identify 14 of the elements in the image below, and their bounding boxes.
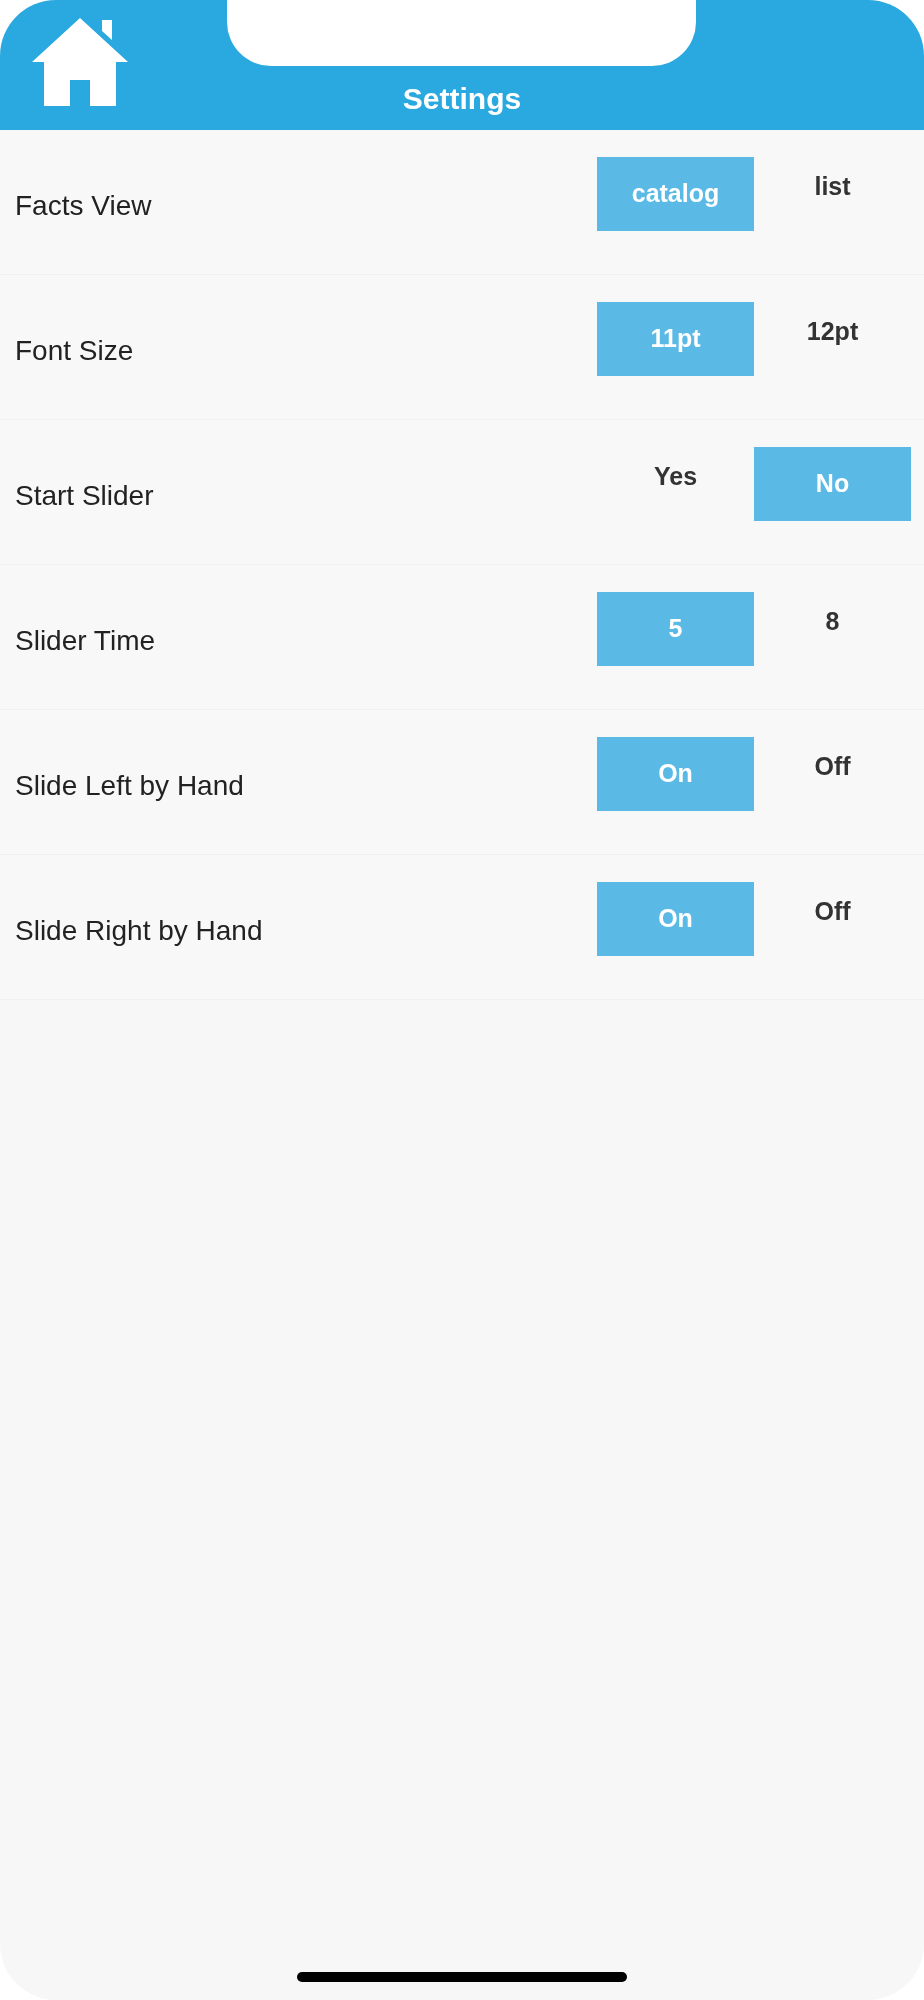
option-button[interactable]: Off — [754, 737, 911, 797]
option-button[interactable]: Off — [754, 882, 911, 942]
setting-label: Start Slider — [15, 479, 155, 513]
setting-label: Slider Time — [15, 624, 157, 658]
page-title: Settings — [402, 84, 522, 114]
option-button[interactable]: list — [754, 157, 911, 217]
setting-label: Font Size — [15, 334, 135, 368]
setting-label: Facts View — [15, 189, 153, 223]
option-button[interactable]: 12pt — [754, 302, 911, 362]
option-button[interactable]: Yes — [597, 447, 754, 507]
home-icon[interactable] — [32, 18, 128, 106]
setting-label: Slide Left by Hand — [15, 769, 245, 803]
option-button[interactable]: 8 — [754, 592, 911, 652]
setting-label: Slide Right by Hand — [15, 914, 264, 948]
